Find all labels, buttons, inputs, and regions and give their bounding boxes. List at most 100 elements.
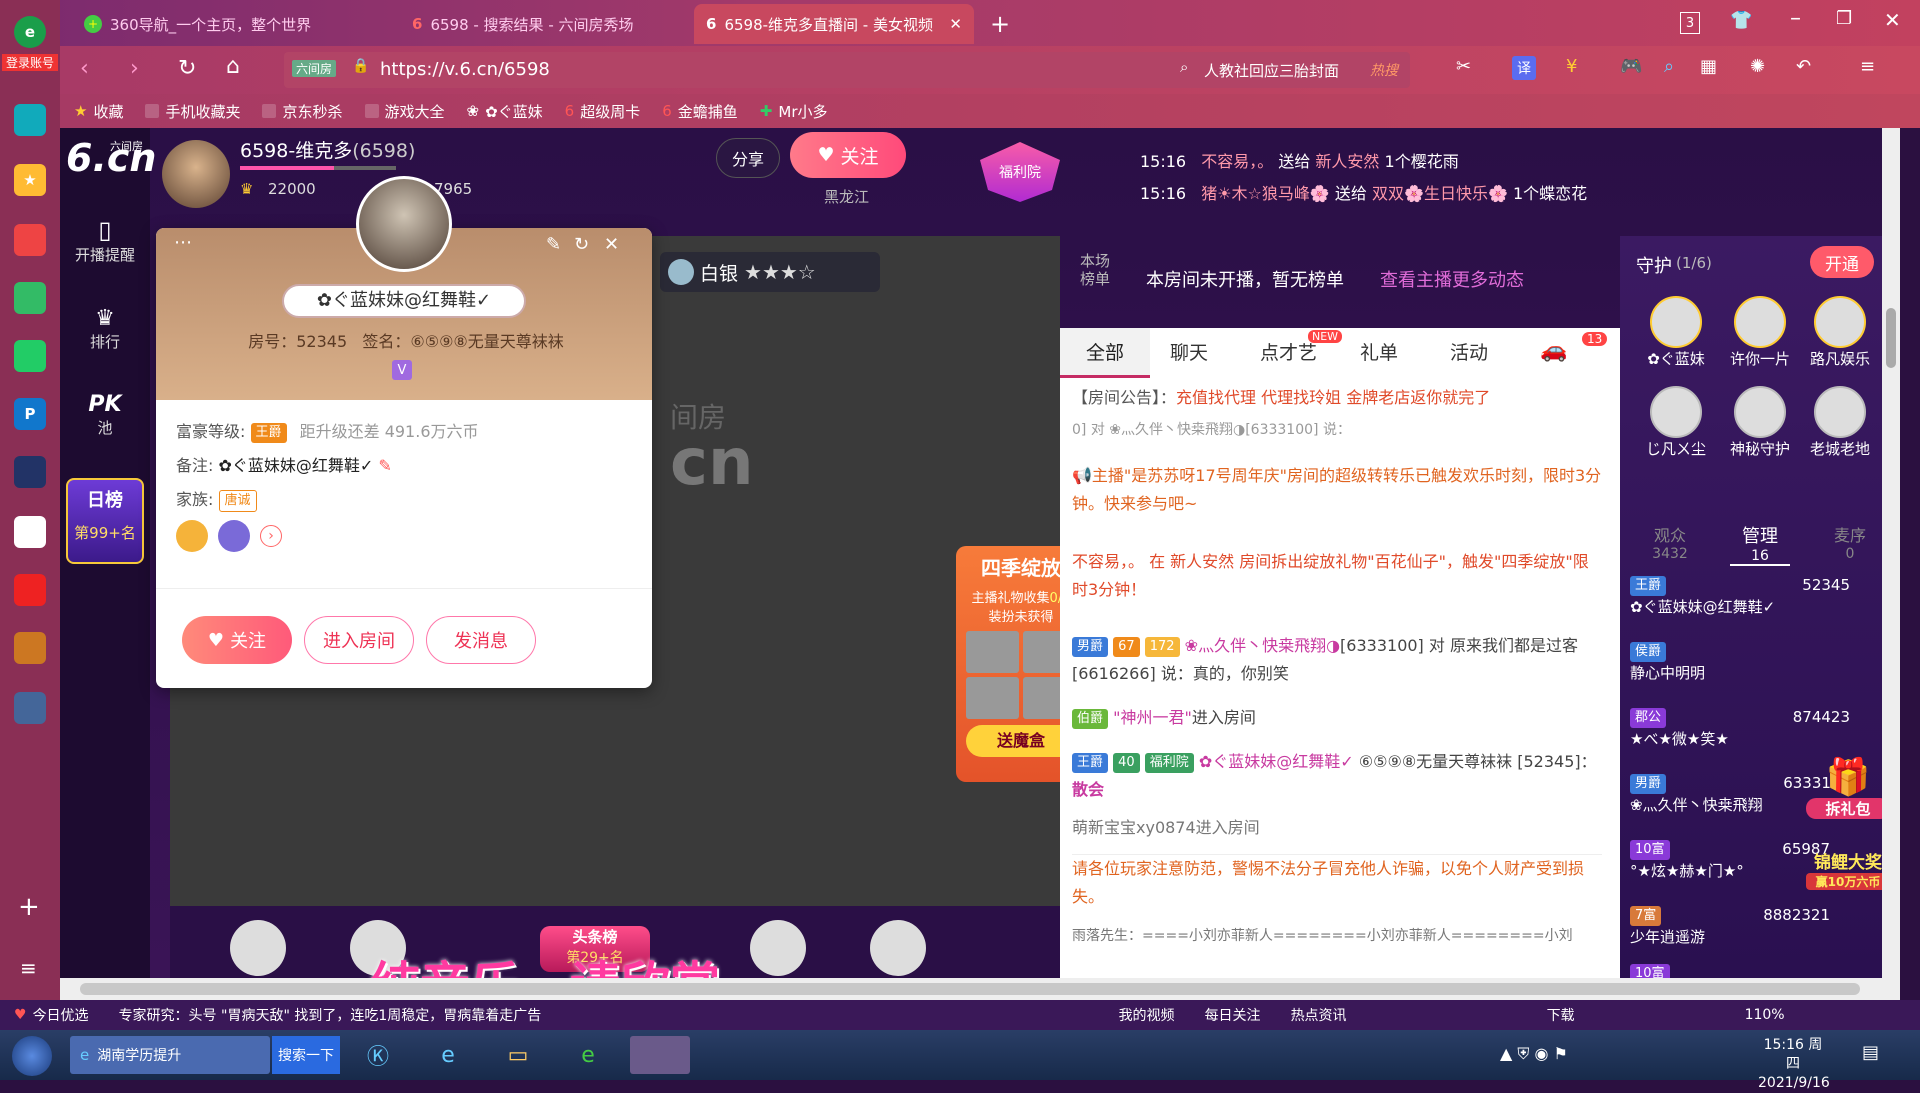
admin-item[interactable]: 王爵 52345 ✿ぐ蓝妹妹@红舞鞋✓ (1630, 576, 1890, 617)
seat-avatar[interactable] (230, 920, 286, 976)
guard-member[interactable]: 老城老地 (1800, 386, 1880, 459)
close-window-icon[interactable]: ✕ (1884, 8, 1901, 32)
bookmark-item[interactable]: 6 超级周卡 (565, 101, 641, 122)
game-icon[interactable] (14, 456, 46, 488)
refresh-icon[interactable]: ↻ (178, 56, 196, 81)
k-app-icon[interactable]: Ⓚ (350, 1036, 406, 1074)
status-my-video[interactable]: 我的视频 (1119, 1005, 1175, 1025)
seat-avatar[interactable] (870, 920, 926, 976)
tab-activity[interactable]: 活动 (1450, 328, 1488, 378)
video-thumbnail-task[interactable] (630, 1036, 690, 1074)
scissors-icon[interactable]: ✂ (1456, 56, 1471, 77)
guard-member[interactable]: じ凡ㄨ尘 (1636, 386, 1716, 459)
undo-icon[interactable]: ↶ (1796, 56, 1811, 77)
url-field[interactable]: 六间房 🔒 https://v.6.cn/6598 (284, 52, 1214, 88)
edit-note-icon[interactable]: ✎ (378, 456, 391, 475)
game3-icon[interactable] (14, 692, 46, 724)
shop-icon[interactable] (14, 574, 46, 606)
bookmark-item[interactable]: ❀ ✿ぐ蓝妹 (467, 101, 543, 122)
taskbar-browser-item[interactable]: e 湖南学历提升 (70, 1036, 270, 1074)
gift-pack-button[interactable]: 🎁 拆礼包 (1806, 756, 1890, 836)
koi-prize-banner[interactable]: 锦鲤大奖 赢10万六币 (1806, 848, 1890, 918)
tab-queue[interactable]: 麦序 0 (1820, 522, 1880, 562)
guard-member[interactable]: 许你一片 (1720, 296, 1800, 369)
seat-avatar[interactable] (750, 920, 806, 976)
bookmark-item[interactable]: 6 金蟾捕鱼 (662, 101, 738, 122)
minimize-icon[interactable]: – (1790, 6, 1801, 31)
news-ticker[interactable]: 专家研究：头号 "胃病天敌" 找到了，连吃1周稳定，胃病靠着走广告 (119, 1005, 599, 1025)
admin-item[interactable]: 侯爵 静心中明明 (1630, 642, 1890, 683)
bookmark-item[interactable]: 游戏大全 (364, 101, 445, 122)
game2-icon[interactable] (14, 632, 46, 664)
menu-icon[interactable]: ≡ (20, 956, 37, 980)
guard-member[interactable]: 神秘守护 (1720, 386, 1800, 459)
login-button[interactable]: 登录账号 (2, 54, 58, 71)
tab-admin[interactable]: 管理 16 (1730, 522, 1790, 566)
shirt-icon[interactable]: 👕 (1730, 10, 1752, 31)
open-guard-button[interactable]: 开通 (1810, 246, 1874, 278)
refresh-icon[interactable]: ↻ (574, 234, 589, 255)
bookmark-favorites[interactable]: ★ 收藏 (74, 101, 123, 122)
welfare-badge[interactable]: 福利院 (980, 142, 1060, 202)
apps-icon[interactable]: ▦ (1700, 56, 1717, 77)
ie-icon[interactable]: e (420, 1036, 476, 1074)
gamepad-icon[interactable]: 🎮 (1620, 56, 1642, 77)
tab-360[interactable]: + 360导航_一个主页，整个世界 (72, 4, 392, 44)
menu-icon[interactable]: ≡ (1860, 56, 1875, 77)
status-daily-follow[interactable]: 每日关注 (1205, 1005, 1261, 1025)
app-icon[interactable] (14, 104, 46, 136)
enter-room-button[interactable]: 进入房间 (304, 616, 414, 664)
daily-rank-badge[interactable]: 日榜 第99+名 (66, 478, 144, 564)
admin-item[interactable]: 10富 (1630, 964, 1890, 978)
search-box[interactable]: ⌕ 人教社回应三胎封面 热搜 (1170, 52, 1410, 88)
settings-icon[interactable]: ✺ (1750, 56, 1765, 77)
folder-icon[interactable]: ▭ (490, 1036, 546, 1074)
nav-rank[interactable]: ♛ 排行 (60, 306, 150, 352)
car-icon[interactable]: 🚗 (1540, 338, 1567, 363)
nav-pk[interactable]: PK 池 (60, 392, 150, 438)
tab-search[interactable]: 6 6598 - 搜索结果 - 六间房秀场 (400, 4, 690, 44)
edit-icon[interactable]: ✎ (546, 234, 561, 255)
coin-icon[interactable]: ¥ (1566, 56, 1577, 77)
doc-icon[interactable] (14, 516, 46, 548)
tab-chat[interactable]: 聊天 (1170, 328, 1208, 378)
send-message-button[interactable]: 发消息 (426, 616, 536, 664)
guard-member[interactable]: 路凡娱乐 (1800, 296, 1880, 369)
new-tab-button[interactable]: + (990, 10, 1010, 38)
tray-icons[interactable]: ▲ ⛨ ◉ ⚑ (1500, 1044, 1568, 1064)
bookmark-item[interactable]: 手机收藏夹 (145, 101, 240, 122)
translate-button[interactable]: 译 (1512, 56, 1536, 80)
zoom-level[interactable]: 110% (1745, 1007, 1785, 1023)
magnifier-icon[interactable]: ⌕ (1664, 56, 1674, 77)
page-scrollbar[interactable] (1882, 128, 1900, 978)
admin-item[interactable]: 郡公 874423 ★べ★微★笑★ (1630, 708, 1890, 749)
tab-all[interactable]: 全部 (1060, 328, 1150, 378)
tab-count[interactable]: 3 (1680, 12, 1700, 34)
star-icon[interactable]: ★ (14, 164, 46, 196)
forward-icon[interactable]: › (130, 56, 139, 81)
tab-live[interactable]: 6 6598-维克多直播间 - 美女视频 ✕ (694, 4, 974, 44)
popup-follow-button[interactable]: ♥ 关注 (182, 616, 292, 664)
start-button[interactable] (12, 1036, 52, 1076)
maximize-icon[interactable]: ❐ (1836, 8, 1852, 29)
taskbar-search[interactable]: 搜索一下 (272, 1036, 340, 1074)
back-icon[interactable]: ‹ (80, 56, 89, 81)
today-picks[interactable]: 今日优选 (33, 1005, 89, 1025)
add-icon[interactable]: + (18, 892, 40, 922)
host-avatar[interactable] (162, 140, 230, 208)
tab-audience[interactable]: 观众 3432 (1640, 522, 1700, 562)
close-icon[interactable]: ✕ (604, 234, 619, 255)
bookmark-item[interactable]: ✚ Mr小多 (760, 101, 828, 122)
rank-tab[interactable]: 本场 榜单 (1080, 252, 1110, 288)
follow-host-button[interactable]: ♥ 关注 (790, 132, 906, 178)
guard-member[interactable]: ✿ぐ蓝妹 (1636, 296, 1716, 369)
status-download[interactable]: 下载 (1547, 1005, 1575, 1025)
clock[interactable]: 15:16 周四 2021/9/16 (1758, 1036, 1830, 1093)
chevron-right-icon[interactable]: › (260, 525, 282, 547)
nav-remind[interactable]: ▯ 开播提醒 (60, 216, 150, 265)
bookmark-item[interactable]: 京东秒杀 (262, 101, 343, 122)
weibo-icon[interactable] (14, 224, 46, 256)
home-icon[interactable]: ⌂ (226, 54, 240, 79)
horizontal-scrollbar[interactable] (60, 978, 1900, 1000)
host-updates-link[interactable]: 查看主播更多动态 (1380, 266, 1524, 292)
